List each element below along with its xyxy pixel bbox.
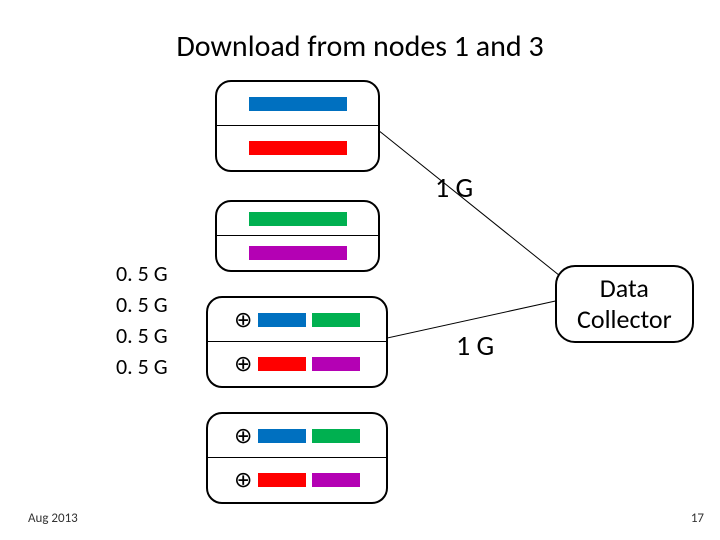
data-collector-box: Data Collector (555, 265, 694, 343)
legend-label: 0. 5 G (116, 353, 168, 380)
bar-blue (249, 97, 347, 111)
node-3-row-1: ⊕ (208, 298, 386, 342)
bar-green (312, 429, 360, 443)
plus-icon: ⊕ (234, 309, 252, 331)
legend: 0. 5 G 0. 5 G 0. 5 G 0. 5 G (24, 260, 168, 380)
node-1-box (215, 80, 380, 172)
legend-label: 0. 5 G (116, 260, 168, 287)
legend-label: 0. 5 G (116, 322, 168, 349)
legend-bar-green (24, 329, 110, 343)
footer-page-number: 17 (691, 511, 704, 526)
legend-bar-magenta (24, 360, 110, 374)
bar-red (249, 141, 347, 155)
legend-row: 0. 5 G (24, 260, 168, 287)
plus-icon: ⊕ (234, 353, 252, 375)
legend-row: 0. 5 G (24, 291, 168, 318)
node-3-row-2: ⊕ (208, 342, 386, 386)
legend-row: 0. 5 G (24, 322, 168, 349)
legend-row: 0. 5 G (24, 353, 168, 380)
node-2-box (215, 200, 380, 272)
bar-magenta (312, 357, 360, 371)
footer-date: Aug 2013 (28, 511, 78, 526)
legend-label: 0. 5 G (116, 291, 168, 318)
node-4-row-2: ⊕ (208, 458, 386, 502)
bar-magenta (312, 473, 360, 487)
legend-bar-red (24, 298, 110, 312)
node-2-row-1 (217, 202, 378, 236)
bar-blue (258, 313, 306, 327)
node-1-row-1 (217, 82, 378, 126)
node-4-box: ⊕ ⊕ (206, 412, 388, 504)
bar-red (258, 473, 306, 487)
rate-label-top: 1 G (435, 170, 473, 205)
bar-red (258, 357, 306, 371)
bar-magenta (249, 246, 347, 260)
bar-green (312, 313, 360, 327)
plus-icon: ⊕ (234, 425, 252, 447)
node-3-box: ⊕ ⊕ (206, 296, 388, 388)
node-1-row-2 (217, 126, 378, 170)
slide-title: Download from nodes 1 and 3 (0, 28, 720, 65)
node-2-row-2 (217, 236, 378, 270)
plus-icon: ⊕ (234, 469, 252, 491)
legend-bar-blue (24, 267, 110, 281)
node-4-row-1: ⊕ (208, 414, 386, 458)
rate-label-mid: 1 G (456, 328, 494, 363)
bar-blue (258, 429, 306, 443)
bar-green (249, 212, 347, 226)
